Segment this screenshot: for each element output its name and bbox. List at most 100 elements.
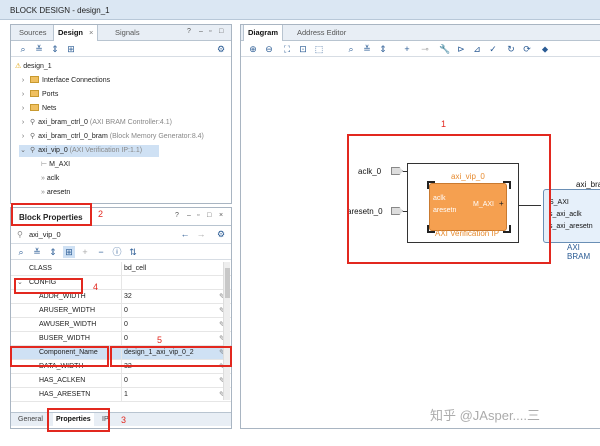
tab-signals[interactable]: Signals <box>111 25 144 41</box>
sort-icon[interactable]: ⇅ <box>127 246 139 258</box>
minimize-icon[interactable]: ‒ <box>187 212 191 219</box>
scrollbar-thumb[interactable] <box>225 268 230 298</box>
close-icon[interactable]: × <box>89 28 93 37</box>
tab-address-editor[interactable]: Address Editor <box>293 25 350 41</box>
tree-child-aclk[interactable]: » aclk <box>41 173 59 185</box>
connect-icon[interactable]: ⊸ <box>419 43 431 55</box>
expand-all-icon[interactable]: ⇕ <box>49 43 61 55</box>
property-value[interactable]: 1 <box>124 388 128 402</box>
collapse-icon[interactable]: ≚ <box>361 43 373 55</box>
tree-item-label: Nets <box>42 105 57 112</box>
tree-item-label: Ports <box>42 91 59 98</box>
refresh-icon[interactable]: ↻ <box>505 43 517 55</box>
tree-child-maxi[interactable]: ⊢ M_AXI <box>41 159 70 171</box>
select-area-icon[interactable]: ⬚ <box>313 43 325 55</box>
tree-item-interface-connections[interactable]: › Interface Connections <box>19 75 110 87</box>
tab-sources[interactable]: Sources <box>15 25 51 41</box>
chevron-right-icon[interactable]: › <box>19 75 27 87</box>
property-key: HAS_ARESETN <box>39 391 91 398</box>
expand-all-icon[interactable]: ⇕ <box>47 246 59 258</box>
tab-diagram[interactable]: Diagram <box>243 25 284 41</box>
back-arrow-icon[interactable]: ← <box>179 228 191 240</box>
right-port-aclk[interactable]: s_axi_aclk <box>549 211 582 218</box>
wrench-icon[interactable]: 🔧 <box>439 43 451 55</box>
port-icon[interactable]: ⊳ <box>455 43 467 55</box>
tree-child-aresetn[interactable]: » aresetn <box>41 187 70 199</box>
validate-icon[interactable]: ✓ <box>487 43 499 55</box>
annotation-number-2: 2 <box>98 209 104 219</box>
annotation-box-5a <box>10 346 109 367</box>
table-row[interactable]: HAS_ACLKEN0✎ <box>11 374 231 388</box>
add-ip-icon[interactable]: + <box>401 43 413 55</box>
tree-item-axi-bram-ctrl-bram[interactable]: › ⚲ axi_bram_ctrl_0_bram (Block Memory Gen… <box>19 131 204 143</box>
maximize-icon[interactable]: □ <box>219 28 223 35</box>
table-row[interactable]: AWUSER_WIDTH0✎ <box>11 318 231 332</box>
right-port-saxi[interactable]: S_AXI <box>549 199 569 206</box>
zoom-area-icon[interactable]: ⊡ <box>297 43 309 55</box>
gear-icon[interactable]: ⚙ <box>215 43 227 55</box>
table-row[interactable]: ARUSER_WIDTH0✎ <box>11 304 231 318</box>
table-row[interactable]: CLASS bd_cell <box>11 262 231 276</box>
add-icon[interactable]: + <box>79 246 91 258</box>
close-icon[interactable]: × <box>219 212 223 219</box>
ip-icon: ⚲ <box>30 147 36 154</box>
search-icon[interactable]: ⌕ <box>17 43 29 55</box>
regenerate-icon[interactable]: ⟳ <box>521 43 533 55</box>
expand-icon[interactable]: ⇕ <box>377 43 389 55</box>
forward-arrow-icon[interactable]: → <box>195 228 207 240</box>
hierarchy-icon[interactable]: ⊞ <box>65 43 77 55</box>
chevron-right-icon[interactable]: › <box>19 103 27 115</box>
folder-icon <box>30 90 39 97</box>
info-icon[interactable]: ⓘ <box>111 246 123 258</box>
zoom-fit-icon[interactable]: ⛶ <box>281 43 293 55</box>
property-value[interactable]: 0 <box>124 374 128 388</box>
tree-item-label: axi_vip_0 <box>38 147 68 154</box>
help-icon[interactable]: ? <box>175 212 179 219</box>
tab-general[interactable]: General <box>15 413 46 427</box>
property-value[interactable]: 0 <box>124 318 128 332</box>
scrollbar[interactable] <box>223 262 230 400</box>
annotation-number-3: 3 <box>121 415 127 425</box>
warning-icon: ⚠ <box>15 63 22 70</box>
help-icon[interactable]: ? <box>187 28 191 35</box>
gear-icon[interactable]: ⚙ <box>215 228 227 240</box>
table-row[interactable]: BUSER_WIDTH0✎ <box>11 332 231 346</box>
chevron-down-icon[interactable]: ⌄ <box>19 145 27 157</box>
property-value[interactable]: 0 <box>124 332 128 346</box>
property-value[interactable]: 0 <box>124 304 128 318</box>
run-icon[interactable]: ⬥ <box>539 43 551 55</box>
window-title: BLOCK DESIGN - design_1 <box>10 6 110 15</box>
tree-item-ports[interactable]: › Ports <box>19 89 58 101</box>
collapse-all-icon[interactable]: ≚ <box>33 43 45 55</box>
minimize-icon[interactable]: ‒ <box>199 28 203 35</box>
ip-icon: ⚲ <box>17 230 23 239</box>
search-icon[interactable]: ⌕ <box>15 246 27 258</box>
remove-icon[interactable]: − <box>95 246 107 258</box>
tree-root[interactable]: ⚠ design_1 <box>15 61 52 73</box>
chevron-right-icon[interactable]: › <box>19 89 27 101</box>
restore-icon[interactable]: ▫ <box>209 28 211 35</box>
right-port-aresetn[interactable]: s_axi_aresetn <box>549 223 593 230</box>
collapse-all-icon[interactable]: ≚ <box>31 246 43 258</box>
design-tree: ⚠ design_1 › Interface Connections › Ports… <box>11 57 231 197</box>
zoom-in-icon[interactable]: ⊕ <box>247 43 259 55</box>
tree-item-axi-bram-ctrl[interactable]: › ⚲ axi_bram_ctrl_0 (AXI BRAM Controller:4… <box>19 117 172 129</box>
property-value: bd_cell <box>124 265 147 272</box>
zoom-out-icon[interactable]: ⊖ <box>263 43 275 55</box>
restore-icon[interactable]: ▫ <box>197 212 199 219</box>
group-icon[interactable]: ⊞ <box>63 246 75 258</box>
tab-design[interactable]: Design × <box>53 25 99 41</box>
property-key: HAS_ACLKEN <box>39 377 86 384</box>
annotation-number-5: 5 <box>157 335 163 345</box>
pin-icon[interactable]: ⊿ <box>471 43 483 55</box>
chevron-right-icon[interactable]: › <box>19 117 27 129</box>
search-icon[interactable]: ⌕ <box>345 43 357 55</box>
tree-item-nets[interactable]: › Nets <box>19 103 56 115</box>
property-value[interactable]: 32 <box>124 290 132 304</box>
diagram-tabs: Diagram Address Editor <box>241 25 600 41</box>
tree-item-axi-vip[interactable]: ⌄ ⚲ axi_vip_0 (AXI Verification IP:1.1) <box>19 145 159 157</box>
tree-child-label: M_AXI <box>49 161 71 168</box>
maximize-icon[interactable]: □ <box>207 212 211 219</box>
chevron-right-icon[interactable]: › <box>19 131 27 143</box>
table-row[interactable]: HAS_ARESETN1✎ <box>11 388 231 402</box>
